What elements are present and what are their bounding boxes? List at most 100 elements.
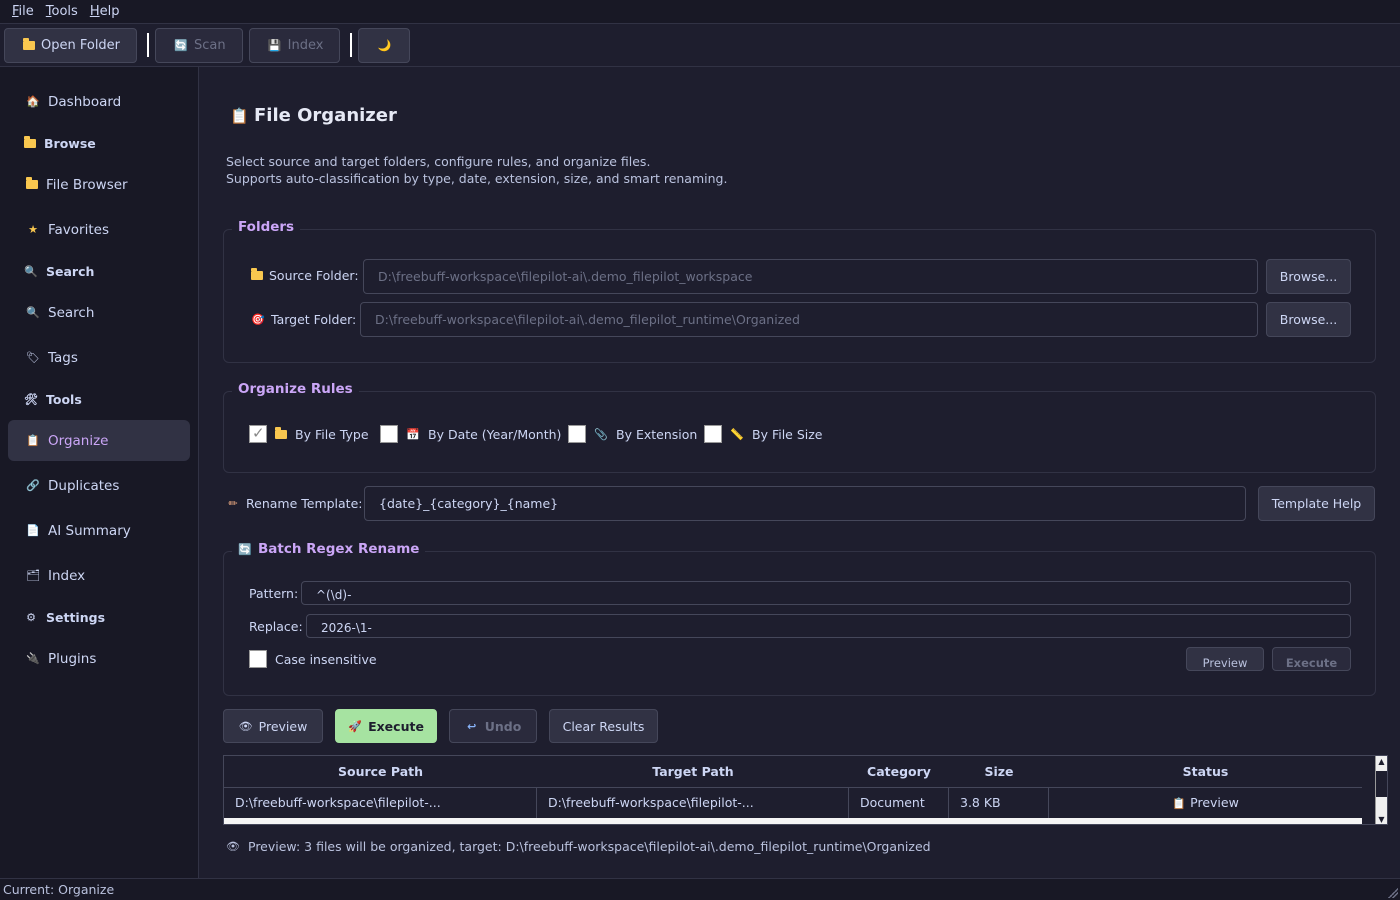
eye-icon: 👁 bbox=[226, 840, 240, 853]
sidebar-item-tags[interactable]: 🏷 Tags bbox=[8, 337, 190, 378]
source-folder-label-text: Source Folder: bbox=[269, 268, 359, 283]
theme-toggle-button[interactable]: 🌙 bbox=[358, 27, 411, 63]
vertical-scrollbar[interactable]: ▲ ▼ bbox=[1375, 756, 1387, 824]
sidebar-section-browse: Browse bbox=[8, 126, 190, 160]
sidebar-item-label: File Browser bbox=[46, 176, 128, 193]
scan-button[interactable]: 🔄 Scan bbox=[155, 27, 243, 63]
menu-tools[interactable]: Tools bbox=[40, 4, 84, 19]
source-browse-button[interactable]: Browse... bbox=[1266, 259, 1351, 294]
sidebar-item-search[interactable]: 🔍 Search bbox=[8, 292, 190, 333]
regex-execute-label: Execute bbox=[1285, 656, 1338, 670]
results-table: Source Path Target Path Category Size St… bbox=[223, 755, 1388, 825]
regex-execute-button[interactable]: Execute bbox=[1272, 647, 1351, 671]
refresh-icon: 🔄 bbox=[174, 38, 188, 52]
sidebar-section-settings: ⚙ Settings bbox=[8, 600, 190, 634]
ruler-icon: 📏 bbox=[730, 427, 744, 441]
sidebar-item-label: Plugins bbox=[48, 650, 97, 667]
rule-by-extension[interactable]: 📎 By Extension bbox=[568, 425, 697, 443]
page-title: 📋 File Organizer bbox=[230, 105, 397, 126]
sidebar-item-organize[interactable]: 📋 Organize bbox=[8, 420, 190, 461]
menu-help[interactable]: Help bbox=[84, 4, 126, 19]
target-folder-value: D:\freebuff-workspace\filepilot-ai\.demo… bbox=[375, 312, 800, 327]
pattern-input[interactable]: ^(\d)- bbox=[301, 581, 1351, 605]
menu-help-mnemonic: H bbox=[89, 4, 100, 19]
case-insensitive-option[interactable]: Case insensitive bbox=[249, 650, 377, 668]
sidebar-section-label: Browse bbox=[44, 135, 96, 151]
scroll-up-arrow-icon[interactable]: ▲ bbox=[1376, 756, 1387, 768]
table-row[interactable]: D:\freebuff-workspace\filepilot-... D:\f… bbox=[224, 788, 1362, 818]
target-folder-label: 🎯 Target Folder: bbox=[251, 312, 356, 327]
scan-label: Scan bbox=[194, 37, 226, 53]
menu-file-label: ile bbox=[18, 4, 34, 19]
description-line-1: Select source and target folders, config… bbox=[226, 154, 651, 169]
column-header[interactable]: Target Path bbox=[537, 756, 849, 788]
preview-message: 👁 Preview: 3 files will be organized, ta… bbox=[226, 839, 931, 854]
pattern-label: Pattern: bbox=[249, 586, 298, 601]
sidebar-item-dashboard[interactable]: 🏠 Dashboard bbox=[8, 81, 190, 122]
regex-preview-label: Preview bbox=[1202, 656, 1248, 670]
column-header[interactable]: Size bbox=[949, 756, 1049, 788]
menu-tools-label: ools bbox=[51, 4, 78, 19]
batch-regex-group: 🔄 Batch Regex Rename Pattern: ^(\d)- Rep… bbox=[223, 541, 1376, 696]
folder-icon bbox=[275, 426, 287, 439]
table-cell: D:\freebuff-workspace\filepilot-... bbox=[224, 788, 537, 818]
rocket-icon: 🚀 bbox=[348, 719, 362, 733]
target-icon: 🎯 bbox=[251, 313, 265, 326]
toolbar: Open Folder 🔄 Scan 💾 Index 🌙 bbox=[0, 24, 1400, 67]
resize-grip-icon[interactable] bbox=[1388, 888, 1398, 898]
menu-file[interactable]: File bbox=[6, 4, 40, 19]
folder-icon bbox=[23, 37, 35, 50]
organize-rules-group: Organize Rules By File Type 📅 By Date (Y… bbox=[223, 381, 1376, 473]
sidebar-item-index[interactable]: 🗂 Index bbox=[8, 555, 190, 596]
rule-by-date[interactable]: 📅 By Date (Year/Month) bbox=[380, 425, 561, 443]
horizontal-scrollbar[interactable] bbox=[224, 818, 1362, 824]
by-size-checkbox[interactable] bbox=[704, 425, 722, 443]
sidebar-item-file-browser[interactable]: File Browser bbox=[8, 164, 190, 205]
case-insensitive-checkbox[interactable] bbox=[249, 650, 267, 668]
rename-template-input[interactable]: {date}_{category}_{name} bbox=[364, 486, 1246, 521]
menu-help-label: elp bbox=[99, 4, 120, 19]
sidebar-item-plugins[interactable]: 🔌 Plugins bbox=[8, 638, 190, 679]
column-header[interactable]: Source Path bbox=[224, 756, 537, 788]
pattern-label-text: Pattern: bbox=[249, 586, 299, 601]
template-help-label: Template Help bbox=[1271, 496, 1362, 511]
regex-preview-button[interactable]: Preview bbox=[1186, 647, 1264, 671]
rule-by-file-type[interactable]: By File Type bbox=[249, 424, 369, 443]
sidebar-item-label: Dashboard bbox=[48, 93, 122, 110]
sidebar-item-label: Search bbox=[48, 304, 95, 321]
folders-group-title-text: Folders bbox=[238, 219, 295, 235]
replace-label: Replace: bbox=[249, 619, 303, 634]
index-label: Index bbox=[287, 37, 324, 53]
sidebar: 🏠 Dashboard Browse File Browser ★ Favori… bbox=[0, 67, 199, 878]
execute-button[interactable]: 🚀 Execute bbox=[335, 709, 437, 743]
target-folder-input[interactable]: D:\freebuff-workspace\filepilot-ai\.demo… bbox=[360, 302, 1258, 337]
rule-by-size[interactable]: 📏 By File Size bbox=[704, 425, 823, 443]
clipboard-icon: 📋 bbox=[26, 434, 40, 447]
preview-button[interactable]: 👁 Preview bbox=[223, 709, 323, 743]
search-icon: 🔍 bbox=[26, 306, 40, 319]
sidebar-item-ai-summary[interactable]: 📄 AI Summary bbox=[8, 510, 190, 551]
source-folder-input[interactable]: D:\freebuff-workspace\filepilot-ai\.demo… bbox=[363, 259, 1258, 294]
template-help-button[interactable]: Template Help bbox=[1258, 486, 1375, 521]
index-button[interactable]: 💾 Index bbox=[248, 27, 341, 63]
target-browse-button[interactable]: Browse... bbox=[1266, 302, 1351, 337]
scrollbar-thumb[interactable] bbox=[1376, 771, 1387, 797]
eye-icon: 👁 bbox=[238, 719, 253, 733]
by-date-checkbox[interactable] bbox=[380, 425, 398, 443]
rename-template-label: ✏ Rename Template: bbox=[226, 496, 362, 511]
by-extension-label: By Extension bbox=[616, 426, 698, 442]
undo-button[interactable]: ↩ Undo bbox=[449, 709, 537, 743]
clear-results-button[interactable]: Clear Results bbox=[549, 709, 658, 743]
plug-icon: 🔌 bbox=[26, 652, 40, 665]
sidebar-item-favorites[interactable]: ★ Favorites bbox=[8, 209, 190, 250]
by-file-type-checkbox[interactable] bbox=[249, 424, 267, 443]
table-cell: Document bbox=[849, 788, 949, 818]
replace-input[interactable]: 2026-\1- bbox=[306, 614, 1351, 638]
open-folder-button[interactable]: Open Folder bbox=[4, 27, 138, 63]
column-header[interactable]: Category bbox=[849, 756, 949, 788]
scroll-down-arrow-icon[interactable]: ▼ bbox=[1376, 814, 1387, 824]
column-header[interactable]: Status bbox=[1049, 756, 1362, 788]
sidebar-section-label: Tools bbox=[46, 391, 82, 407]
by-extension-checkbox[interactable] bbox=[568, 425, 586, 443]
sidebar-item-duplicates[interactable]: 🔗 Duplicates bbox=[8, 465, 190, 506]
